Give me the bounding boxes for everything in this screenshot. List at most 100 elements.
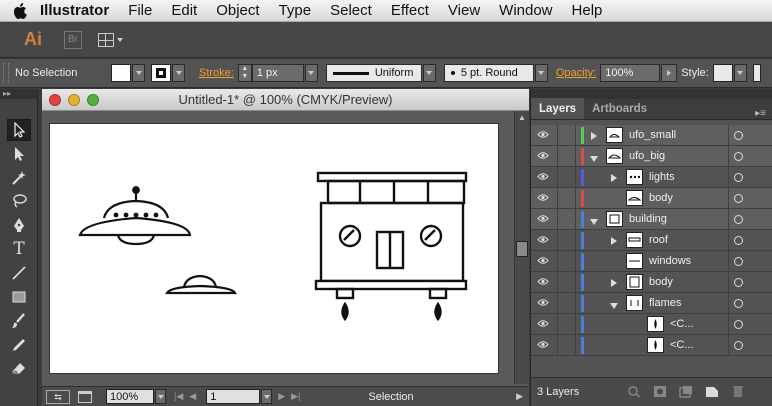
- zoom-level-field[interactable]: 100%: [106, 389, 154, 404]
- visibility-eye-icon[interactable]: [537, 319, 549, 331]
- fill-swatch[interactable]: [111, 64, 131, 82]
- layer-row[interactable]: building: [531, 209, 772, 230]
- collapse-arrow-icon[interactable]: [610, 300, 618, 312]
- menu-effect[interactable]: Effect: [391, 2, 429, 19]
- artboard-dropdown[interactable]: [261, 389, 273, 404]
- target-circle-icon[interactable]: [734, 341, 743, 350]
- target-circle-icon[interactable]: [734, 215, 743, 224]
- layer-row[interactable]: <C...: [531, 314, 772, 335]
- export-icon[interactable]: [78, 390, 92, 403]
- zoom-dropdown[interactable]: [155, 389, 166, 404]
- bridge-button[interactable]: Br: [64, 30, 82, 49]
- target-circle-icon[interactable]: [734, 320, 743, 329]
- layer-row[interactable]: body: [531, 188, 772, 209]
- target-circle-icon[interactable]: [734, 236, 743, 245]
- direct-selection-tool-icon[interactable]: [7, 143, 31, 165]
- next-artboard-icon[interactable]: ▶: [278, 391, 285, 402]
- selection-tool-icon[interactable]: [7, 119, 31, 141]
- layer-name[interactable]: body: [649, 276, 673, 288]
- stroke-color-dropdown[interactable]: [172, 64, 185, 82]
- layer-row[interactable]: ufo_small: [531, 125, 772, 146]
- target-circle-icon[interactable]: [734, 152, 743, 161]
- target-circle-icon[interactable]: [734, 278, 743, 287]
- toggle-direct-selection-icon[interactable]: ⇆: [46, 389, 70, 404]
- apple-icon[interactable]: [0, 2, 40, 19]
- eraser-icon[interactable]: [7, 358, 31, 380]
- artboard-number-field[interactable]: 1: [206, 389, 261, 404]
- tab-artboards[interactable]: Artboards: [584, 98, 655, 119]
- layer-row[interactable]: lights: [531, 167, 772, 188]
- target-circle-icon[interactable]: [734, 299, 743, 308]
- artboard[interactable]: [49, 123, 499, 374]
- opacity-dropdown[interactable]: [661, 64, 678, 82]
- visibility-eye-icon[interactable]: [537, 256, 549, 268]
- last-artboard-icon[interactable]: ▶|: [291, 391, 300, 402]
- create-new-layer-icon[interactable]: [705, 385, 719, 398]
- menu-help[interactable]: Help: [572, 2, 603, 19]
- current-tool-status[interactable]: Selection: [368, 391, 413, 403]
- opacity-field[interactable]: 100%: [600, 64, 661, 82]
- panel-grip-icon[interactable]: [3, 63, 9, 83]
- target-circle-icon[interactable]: [734, 173, 743, 182]
- visibility-eye-icon[interactable]: [537, 277, 549, 289]
- delete-layer-icon[interactable]: [731, 385, 745, 398]
- vertical-scrollbar[interactable]: ▲: [514, 111, 529, 384]
- visibility-eye-icon[interactable]: [537, 130, 549, 142]
- expand-arrow-icon[interactable]: [611, 173, 617, 185]
- layer-row[interactable]: windows: [531, 251, 772, 272]
- target-circle-icon[interactable]: [734, 131, 743, 140]
- fill-dropdown[interactable]: [132, 64, 145, 82]
- scroll-up-icon[interactable]: ▲: [518, 113, 526, 122]
- menu-select[interactable]: Select: [330, 2, 372, 19]
- expand-arrow-icon[interactable]: [611, 278, 617, 290]
- locate-object-icon[interactable]: [627, 385, 641, 398]
- layer-row[interactable]: roof: [531, 230, 772, 251]
- layer-name[interactable]: <C...: [670, 339, 694, 351]
- menu-window[interactable]: Window: [499, 2, 552, 19]
- status-menu-icon[interactable]: ▶: [516, 391, 523, 402]
- first-artboard-icon[interactable]: |◀: [174, 391, 183, 402]
- menu-app-name[interactable]: Illustrator: [40, 2, 109, 19]
- panel-menu-icon[interactable]: ▸≡: [755, 108, 766, 119]
- opacity-label-link[interactable]: Opacity:: [556, 67, 596, 79]
- tab-layers[interactable]: Layers: [531, 98, 585, 119]
- stroke-swatch[interactable]: [151, 64, 171, 82]
- expand-arrow-icon[interactable]: [611, 236, 617, 248]
- layer-name[interactable]: lights: [649, 171, 675, 183]
- layer-row[interactable]: <C...: [531, 335, 772, 356]
- profile-dropdown[interactable]: [422, 64, 436, 82]
- layer-name[interactable]: roof: [649, 234, 668, 246]
- stroke-weight-stepper[interactable]: ▲ ▼: [237, 64, 252, 82]
- layer-name[interactable]: ufo_big: [629, 150, 665, 162]
- stroke-weight-dropdown[interactable]: [304, 64, 318, 82]
- visibility-eye-icon[interactable]: [537, 172, 549, 184]
- variable-width-profile[interactable]: Uniform: [325, 64, 422, 82]
- layer-name[interactable]: building: [629, 213, 667, 225]
- layer-name[interactable]: flames: [649, 297, 681, 309]
- target-circle-icon[interactable]: [734, 257, 743, 266]
- collapse-arrow-icon[interactable]: [590, 216, 598, 228]
- expand-arrow-icon[interactable]: [591, 131, 597, 143]
- make-clipping-mask-icon[interactable]: [653, 385, 667, 398]
- visibility-eye-icon[interactable]: [537, 298, 549, 310]
- visibility-eye-icon[interactable]: [537, 340, 549, 352]
- menu-object[interactable]: Object: [216, 2, 259, 19]
- pencil-icon[interactable]: [7, 334, 31, 356]
- lasso-icon[interactable]: [7, 190, 31, 212]
- collapse-arrow-icon[interactable]: [590, 153, 598, 165]
- layer-name[interactable]: ufo_small: [629, 129, 676, 141]
- visibility-eye-icon[interactable]: [537, 214, 549, 226]
- paintbrush-icon[interactable]: [7, 310, 31, 332]
- scrollbar-thumb[interactable]: [516, 241, 528, 257]
- layer-name[interactable]: windows: [649, 255, 691, 267]
- document-setup-button[interactable]: [752, 64, 761, 82]
- brush-definition[interactable]: 5 pt. Round: [443, 64, 534, 82]
- collapse-panel-icon[interactable]: ▸▸: [0, 89, 37, 99]
- brush-dropdown[interactable]: [534, 64, 548, 82]
- create-sublayer-icon[interactable]: [679, 385, 693, 398]
- type-tool-icon[interactable]: T: [7, 238, 31, 260]
- layer-name[interactable]: <C...: [670, 318, 694, 330]
- stroke-weight-field[interactable]: 1 px: [251, 64, 304, 82]
- graphic-style-swatch[interactable]: [712, 64, 733, 82]
- menu-edit[interactable]: Edit: [171, 2, 197, 19]
